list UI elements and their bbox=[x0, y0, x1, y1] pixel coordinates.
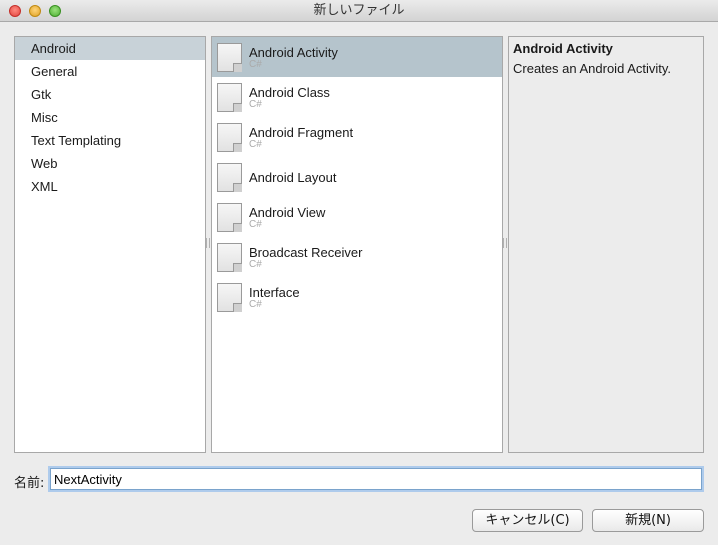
template-language: C# bbox=[249, 59, 262, 70]
file-icon bbox=[217, 203, 242, 232]
category-item-misc[interactable]: Misc bbox=[15, 106, 205, 129]
description-text: Creates an Android Activity. bbox=[513, 61, 672, 76]
template-language: C# bbox=[249, 259, 262, 270]
template-item-android-activity[interactable]: Android Activity C# bbox=[212, 37, 502, 77]
file-icon bbox=[217, 83, 242, 112]
template-name: Interface bbox=[249, 285, 300, 300]
template-language: C# bbox=[249, 99, 262, 110]
splitter-handle[interactable] bbox=[503, 238, 507, 248]
template-language: C# bbox=[249, 219, 262, 230]
template-item-interface[interactable]: Interface C# bbox=[212, 277, 502, 317]
description-panel: Android Activity Creates an Android Acti… bbox=[508, 36, 704, 453]
template-item-android-class[interactable]: Android Class C# bbox=[212, 77, 502, 117]
template-name: Android Class bbox=[249, 85, 330, 100]
template-item-android-view[interactable]: Android View C# bbox=[212, 197, 502, 237]
splitter-handle[interactable] bbox=[206, 238, 210, 248]
file-icon bbox=[217, 163, 242, 192]
category-item-gtk[interactable]: Gtk bbox=[15, 83, 205, 106]
template-list: Android Activity C# Android Class C# And… bbox=[211, 36, 503, 453]
name-label: 名前: bbox=[14, 476, 45, 491]
category-item-android[interactable]: Android bbox=[15, 37, 205, 60]
description-title: Android Activity bbox=[513, 41, 613, 56]
template-language: C# bbox=[249, 139, 262, 150]
template-name: Android View bbox=[249, 205, 326, 220]
name-input[interactable] bbox=[50, 468, 702, 490]
file-icon bbox=[217, 123, 242, 152]
category-item-web[interactable]: Web bbox=[15, 152, 205, 175]
file-icon bbox=[217, 283, 242, 312]
category-item-general[interactable]: General bbox=[15, 60, 205, 83]
cancel-button[interactable]: キャンセル(C) bbox=[472, 509, 583, 532]
template-name: Android Layout bbox=[249, 170, 337, 185]
window-title: 新しいファイル bbox=[313, 3, 405, 18]
category-item-xml[interactable]: XML bbox=[15, 175, 205, 198]
title-bar: 新しいファイル bbox=[0, 0, 718, 22]
template-name: Android Fragment bbox=[249, 125, 354, 140]
template-item-broadcast-receiver[interactable]: Broadcast Receiver C# bbox=[212, 237, 502, 277]
template-language: C# bbox=[249, 299, 262, 310]
file-icon bbox=[217, 43, 242, 72]
template-name: Android Activity bbox=[249, 45, 338, 60]
new-button[interactable]: 新規(N) bbox=[592, 509, 704, 532]
template-item-android-fragment[interactable]: Android Fragment C# bbox=[212, 117, 502, 157]
template-item-android-layout[interactable]: Android Layout bbox=[212, 157, 502, 197]
file-icon bbox=[217, 243, 242, 272]
category-item-text-templating[interactable]: Text Templating bbox=[15, 129, 205, 152]
template-name: Broadcast Receiver bbox=[249, 245, 363, 260]
category-list: Android General Gtk Misc Text Templating… bbox=[14, 36, 206, 453]
